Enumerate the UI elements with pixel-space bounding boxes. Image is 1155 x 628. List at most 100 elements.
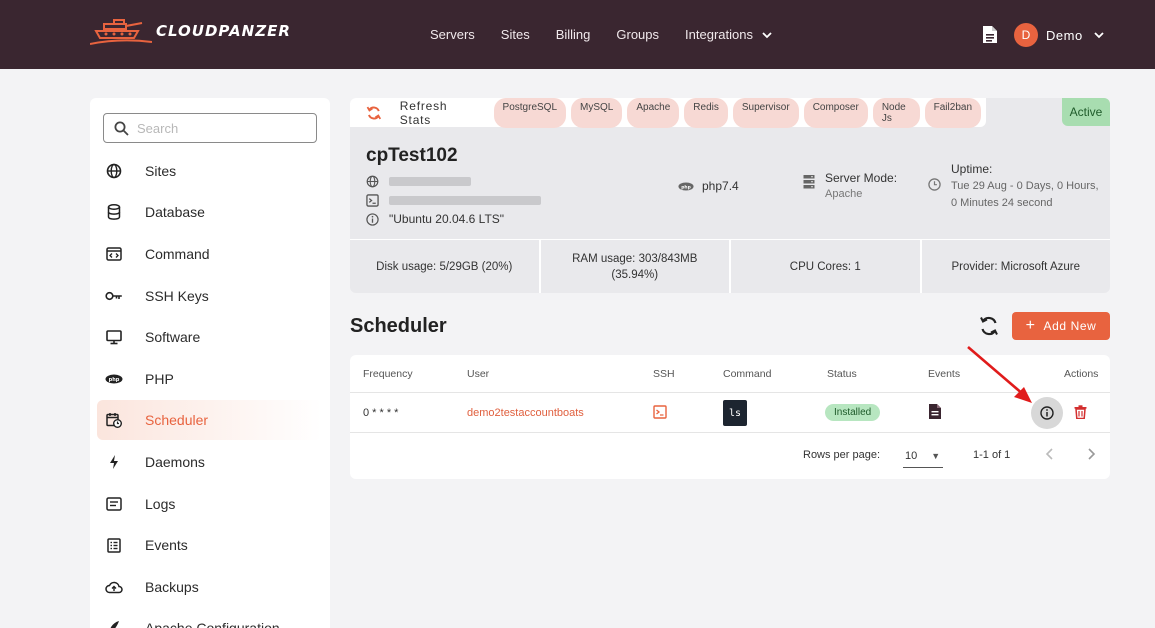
sidebar-item-label: Events: [145, 537, 188, 553]
chevron-right-icon[interactable]: [1085, 447, 1097, 461]
software-chip[interactable]: Supervisor: [732, 97, 799, 128]
sidebar-item-sites[interactable]: Sites: [97, 151, 322, 191]
sidebar-item-scheduler[interactable]: Scheduler: [97, 400, 322, 440]
scheduler-table: Frequency User SSH Command Status Events…: [350, 355, 1110, 479]
php-icon: php: [105, 370, 123, 388]
sync-icon[interactable]: [978, 315, 1000, 337]
status-badge: Active: [1062, 98, 1110, 126]
stats-toolbar: Refresh Stats PostgreSQL MySQL Apache Re…: [350, 97, 986, 128]
search-input[interactable]: [137, 120, 307, 136]
nav-integrations[interactable]: Integrations: [685, 27, 773, 42]
server-mode-value: Apache: [825, 188, 863, 200]
calendar-clock-icon: [105, 411, 123, 429]
server-ip: [366, 175, 471, 188]
software-chip[interactable]: Fail2ban: [924, 97, 981, 128]
list-icon: [105, 536, 123, 554]
monitor-icon: [105, 328, 123, 346]
add-new-button[interactable]: + Add New: [1012, 312, 1110, 340]
sidebar-item-daemons[interactable]: Daemons: [97, 442, 322, 482]
sidebar-item-logs[interactable]: Logs: [97, 484, 322, 524]
sidebar-item-label: Software: [145, 329, 201, 345]
sidebar-item-software[interactable]: Software: [97, 317, 322, 357]
document-icon[interactable]: [982, 25, 998, 44]
disk-usage-stat: Disk usage: 5/29GB (20%): [350, 240, 541, 293]
nav-label: Servers: [430, 27, 475, 42]
cloud-upload-icon: [105, 578, 123, 596]
sidebar-item-database[interactable]: Database: [97, 192, 322, 232]
sidebar-item-label: Apache Configuration: [145, 620, 280, 628]
sidebar-item-label: SSH Keys: [145, 288, 209, 304]
trash-icon[interactable]: [1074, 405, 1087, 419]
plus-icon: +: [1025, 317, 1036, 334]
document-icon[interactable]: [928, 403, 942, 420]
server-os: "Ubuntu 20.04.6 LTS": [366, 212, 504, 226]
software-chip[interactable]: MySQL: [571, 97, 623, 128]
terminal-icon: [366, 194, 379, 207]
rows-per-page-select[interactable]: 10 ▼: [903, 444, 943, 468]
row-divider: [350, 432, 1110, 433]
database-icon: [105, 203, 123, 221]
refresh-stats-button[interactable]: Refresh Stats: [400, 99, 482, 127]
software-chip[interactable]: Node Js: [872, 97, 920, 128]
sidebar-item-backups[interactable]: Backups: [97, 567, 322, 607]
nav-billing[interactable]: Billing: [556, 27, 591, 42]
sidebar-item-php[interactable]: php PHP: [97, 359, 322, 399]
os-version: "Ubuntu 20.04.6 LTS": [389, 212, 505, 226]
column-header-command: Command: [723, 368, 772, 380]
column-header-frequency: Frequency: [363, 368, 413, 380]
svg-text:php: php: [681, 184, 691, 190]
frequency-cell: 0 * * * *: [363, 407, 399, 419]
uptime: Uptime: Tue 29 Aug - 0 Days, 0 Hours, 0 …: [928, 161, 1101, 212]
status-badge: Installed: [825, 404, 881, 421]
sidebar-item-command[interactable]: Command: [97, 234, 322, 274]
caret-down-icon: ▼: [931, 450, 941, 461]
sidebar-item-label: Database: [145, 204, 205, 220]
clock-icon: [928, 178, 941, 191]
user-menu[interactable]: D Demo: [1014, 23, 1105, 47]
stat-label: RAM usage:: [572, 252, 636, 265]
software-chip[interactable]: PostgreSQL: [493, 97, 567, 128]
command-badge: ls: [723, 400, 747, 426]
server-mode: Server Mode: Apache: [803, 170, 897, 202]
uptime-label: Uptime:: [951, 162, 993, 176]
chevron-down-icon: [762, 31, 772, 38]
stat-value: 1: [854, 260, 861, 273]
software-chip[interactable]: Redis: [684, 97, 728, 128]
column-header-ssh: SSH: [653, 368, 675, 380]
nav-groups[interactable]: Groups: [616, 27, 659, 42]
key-icon: [105, 287, 123, 305]
top-navbar: CLOUDPANZER Servers Sites Billing Groups…: [0, 0, 1155, 69]
sidebar-item-label: Daemons: [145, 454, 205, 470]
main-nav: Servers Sites Billing Groups Integration…: [430, 0, 799, 69]
terminal-icon[interactable]: [653, 405, 667, 419]
nav-servers[interactable]: Servers: [430, 27, 475, 42]
search-icon: [114, 121, 129, 136]
svg-text:php: php: [109, 377, 120, 383]
sidebar-item-label: Backups: [145, 579, 199, 595]
sidebar-item-ssh-keys[interactable]: SSH Keys: [97, 276, 322, 316]
sidebar-item-label: Command: [145, 246, 210, 262]
column-header-events: Events: [928, 368, 961, 380]
user-link[interactable]: demo2testaccountboats: [467, 407, 584, 419]
provider-stat: Provider: Microsoft Azure: [922, 240, 1111, 293]
feather-icon: [105, 619, 123, 628]
globe-icon: [366, 175, 379, 188]
info-button[interactable]: [1031, 397, 1063, 429]
redacted-ssh: [389, 196, 541, 205]
refresh-icon[interactable]: [366, 105, 382, 121]
php-version-value: php7.4: [702, 179, 739, 193]
software-chip[interactable]: Composer: [803, 97, 868, 128]
sidebar-item-apache-configuration[interactable]: Apache Configuration: [97, 608, 322, 628]
software-chip[interactable]: Apache: [627, 97, 680, 128]
sidebar: Sites Database Command SSH Keys Software…: [90, 98, 330, 628]
chevron-left-icon[interactable]: [1044, 447, 1056, 461]
sidebar-item-events[interactable]: Events: [97, 525, 322, 565]
brand-logo[interactable]: CLOUDPANZER: [90, 14, 291, 48]
info-icon: [1040, 406, 1054, 420]
stat-label: Disk usage:: [376, 260, 437, 273]
redacted-ip: [389, 177, 471, 186]
sidebar-item-label: Scheduler: [145, 412, 209, 428]
column-header-status: Status: [827, 368, 857, 380]
nav-sites[interactable]: Sites: [501, 27, 530, 42]
server-name: cpTest102: [366, 145, 458, 166]
